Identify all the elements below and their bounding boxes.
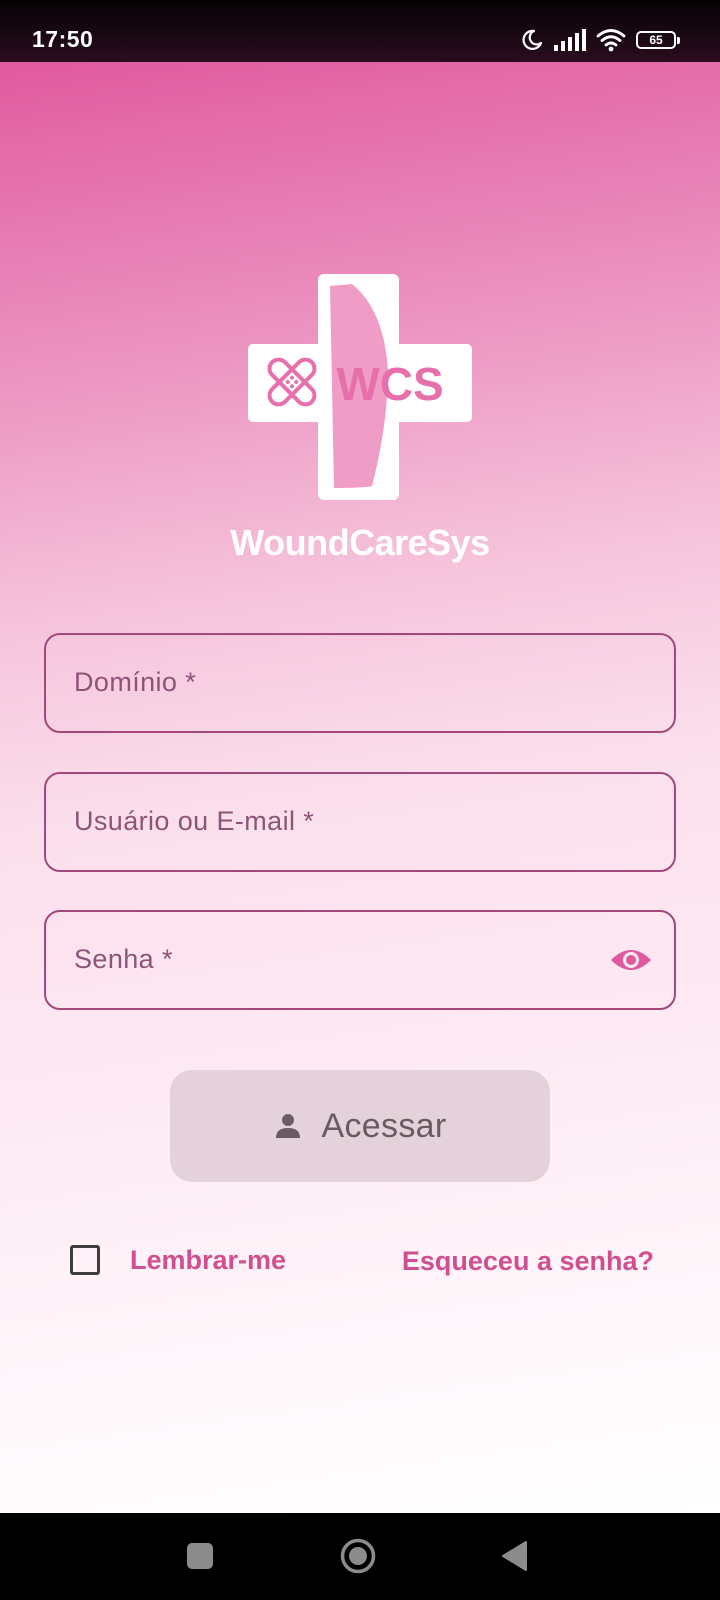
signal-icon <box>554 29 586 51</box>
moon-icon <box>520 28 544 52</box>
bandage-cross-icon: WCS <box>248 274 472 500</box>
person-icon <box>274 1112 302 1140</box>
forgot-password-link[interactable]: Esqueceu a senha? <box>402 1246 654 1277</box>
login-screen: WCS WoundCareSys Acessar Lembrar-me Esqu… <box>0 62 720 1513</box>
remember-me-checkbox[interactable] <box>70 1245 100 1275</box>
password-field[interactable] <box>44 910 676 1010</box>
wifi-icon <box>596 28 626 52</box>
recents-icon[interactable] <box>187 1543 213 1569</box>
remember-me-label[interactable]: Lembrar-me <box>130 1245 286 1276</box>
status-bar: 17:50 65 <box>0 0 720 62</box>
brand-name: WoundCareSys <box>230 522 490 563</box>
user-email-input[interactable] <box>74 774 614 869</box>
password-input[interactable] <box>74 912 614 1007</box>
battery-level: 65 <box>649 33 663 47</box>
remember-me-toggle[interactable]: Lembrar-me <box>70 1240 286 1280</box>
back-icon[interactable] <box>500 1540 528 1572</box>
domain-field[interactable] <box>44 633 676 733</box>
access-button[interactable]: Acessar <box>170 1070 550 1182</box>
logo-badge-text: WCS <box>336 358 443 410</box>
eye-icon[interactable] <box>610 944 652 976</box>
status-icons: 65 <box>520 26 680 54</box>
access-button-label: Acessar <box>321 1106 447 1145</box>
status-time: 17:50 <box>32 26 94 52</box>
battery-tip <box>677 37 680 44</box>
domain-input[interactable] <box>74 635 614 730</box>
battery-icon: 65 <box>636 31 680 49</box>
user-field[interactable] <box>44 772 676 872</box>
home-icon[interactable] <box>340 1538 376 1574</box>
navigation-bar <box>0 1513 720 1600</box>
